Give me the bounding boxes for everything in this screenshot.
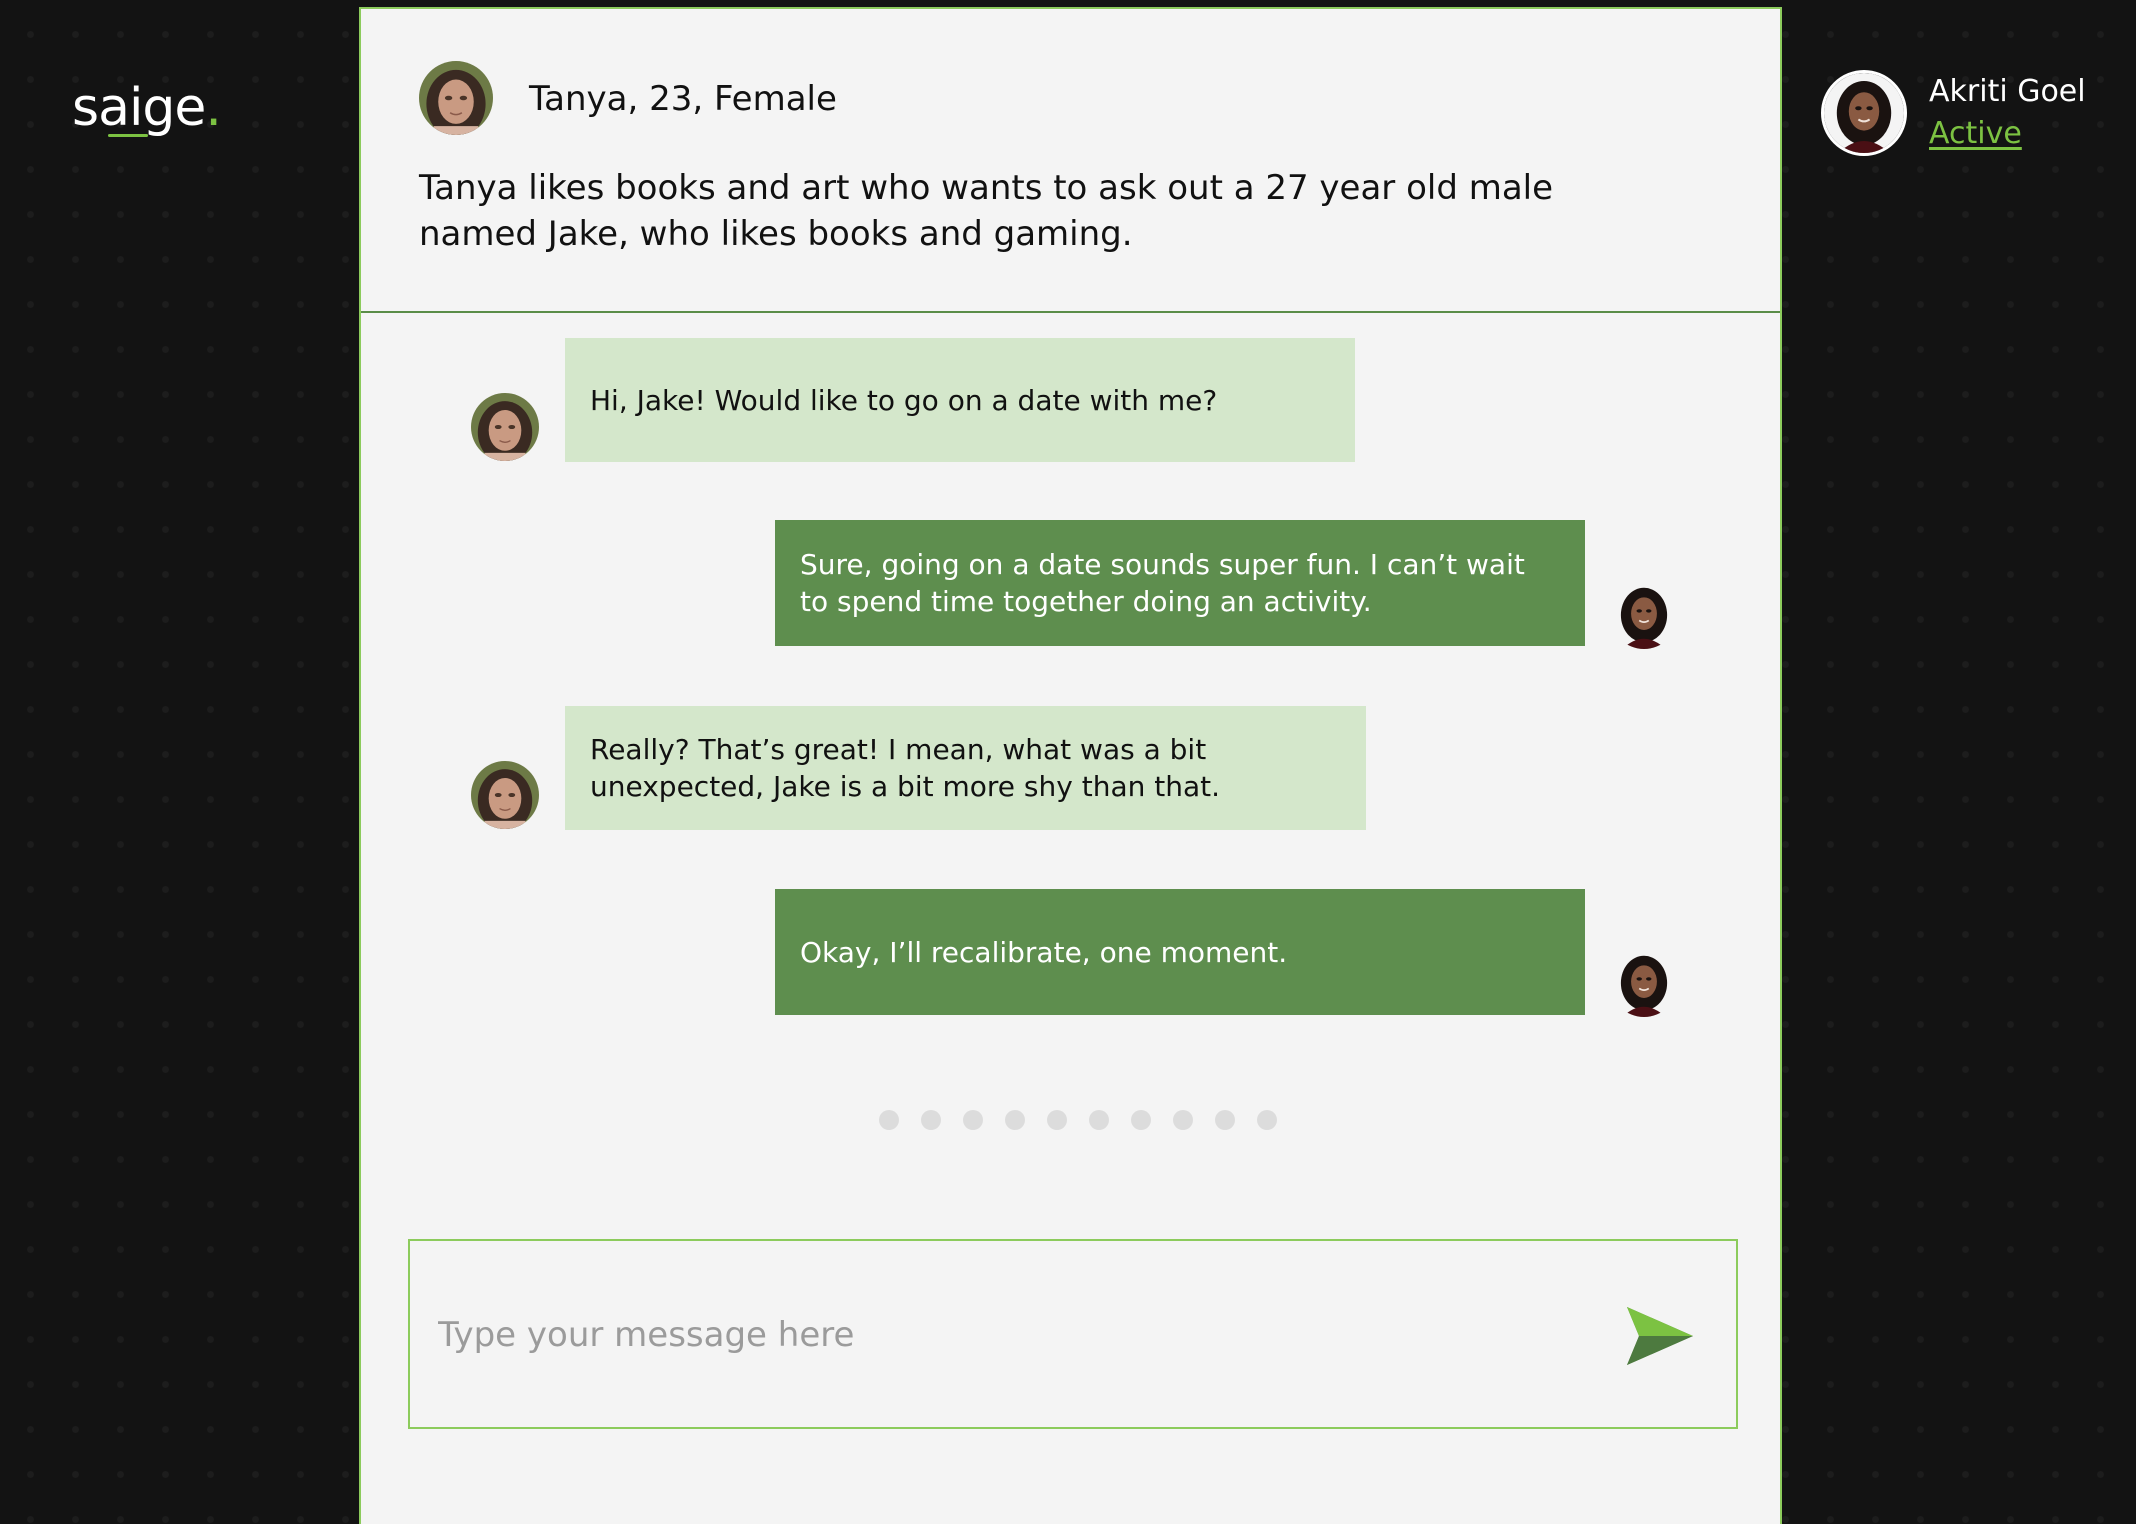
scenario-description: Tanya likes books and art who wants to a… bbox=[419, 168, 1554, 254]
typing-dot bbox=[963, 1110, 983, 1130]
message-text: Sure, going on a date sounds super fun. … bbox=[800, 548, 1525, 618]
akriti-message-avatar bbox=[1610, 581, 1678, 649]
user-status-link[interactable]: Active bbox=[1929, 116, 2022, 151]
scenario-title: Tanya, 23, Female bbox=[529, 79, 837, 119]
saige-logo[interactable]: saige. bbox=[72, 78, 222, 138]
typing-dot bbox=[1257, 1110, 1277, 1130]
message-text: Hi, Jake! Would like to go on a date wit… bbox=[590, 383, 1218, 417]
typing-dot bbox=[1089, 1110, 1109, 1130]
typing-dot bbox=[1215, 1110, 1235, 1130]
user-name: Akriti Goel bbox=[1929, 74, 2086, 109]
message-bubble-outgoing: Okay, I’ll recalibrate, one moment. bbox=[775, 889, 1585, 1015]
send-icon bbox=[1627, 1307, 1693, 1365]
message-input[interactable] bbox=[438, 1301, 1538, 1369]
app-page: saige. Tanya, 23, Female Tanya likes boo… bbox=[0, 0, 2136, 1524]
scenario-header: Tanya, 23, Female Tanya likes books and … bbox=[361, 9, 1780, 313]
message-text: Really? That’s great! I mean, what was a… bbox=[590, 733, 1221, 803]
akriti-portrait-icon bbox=[1610, 949, 1678, 1017]
typing-dot bbox=[921, 1110, 941, 1130]
logo-text: saige bbox=[72, 78, 206, 138]
typing-indicator bbox=[879, 1110, 1277, 1130]
message-composer bbox=[408, 1239, 1738, 1429]
akriti-message-avatar bbox=[1610, 949, 1678, 1017]
message-bubble-incoming: Hi, Jake! Would like to go on a date wit… bbox=[565, 338, 1355, 462]
typing-dot bbox=[879, 1110, 899, 1130]
chat-panel: Tanya, 23, Female Tanya likes books and … bbox=[359, 7, 1782, 1524]
tanya-avatar bbox=[419, 61, 493, 135]
message-bubble-outgoing: Sure, going on a date sounds super fun. … bbox=[775, 520, 1585, 646]
tanya-portrait-icon bbox=[471, 761, 539, 829]
logo-dot: . bbox=[205, 78, 222, 138]
typing-dot bbox=[1173, 1110, 1193, 1130]
user-avatar[interactable] bbox=[1821, 70, 1907, 156]
tanya-message-avatar bbox=[471, 393, 539, 461]
akriti-portrait-icon bbox=[1824, 73, 1904, 153]
typing-dot bbox=[1131, 1110, 1151, 1130]
message-bubble-incoming: Really? That’s great! I mean, what was a… bbox=[565, 706, 1366, 830]
logo-underline bbox=[108, 134, 148, 137]
akriti-portrait-icon bbox=[1610, 581, 1678, 649]
tanya-portrait-icon bbox=[471, 393, 539, 461]
tanya-portrait-icon bbox=[419, 61, 493, 135]
message-text: Okay, I’ll recalibrate, one moment. bbox=[800, 935, 1288, 969]
send-button[interactable] bbox=[1625, 1305, 1695, 1367]
tanya-message-avatar bbox=[471, 761, 539, 829]
typing-dot bbox=[1047, 1110, 1067, 1130]
typing-dot bbox=[1005, 1110, 1025, 1130]
